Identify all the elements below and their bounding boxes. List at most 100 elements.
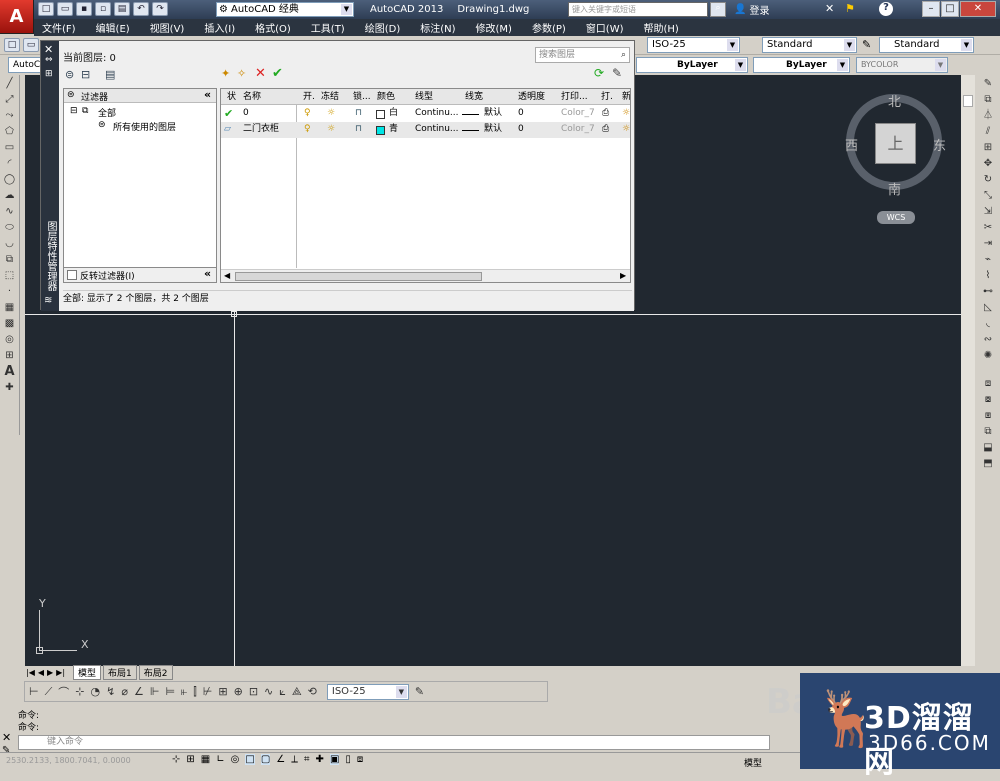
dim-style-select[interactable]: Standard ▼ <box>762 37 857 53</box>
revision-cloud-icon[interactable]: ☁ <box>3 189 17 203</box>
gradient-icon[interactable]: ▩ <box>3 317 17 331</box>
new-icon[interactable]: □ <box>38 2 54 16</box>
help-icon[interactable]: ? <box>879 2 893 16</box>
dim-edit-icon[interactable]: ⟀ <box>279 685 286 699</box>
copy-icon[interactable]: ⧉ <box>981 93 995 107</box>
dimension-style-icon[interactable]: ✎ <box>415 685 424 698</box>
insert-block-icon[interactable]: ⧉ <box>3 253 17 267</box>
new-group-filter-icon[interactable]: ⊟ <box>81 68 90 81</box>
wcs-menu[interactable]: WCS <box>877 211 915 224</box>
inspection-icon[interactable]: ⊡ <box>249 685 258 698</box>
ordinate-dim-icon[interactable]: ⊹ <box>75 685 84 698</box>
tab-last-icon[interactable]: ▶| <box>56 668 65 677</box>
construction-line-icon[interactable]: ⤢ <box>3 93 17 107</box>
linetype-value[interactable]: Continu... <box>415 122 459 137</box>
tab-layout2[interactable]: 布局2 <box>138 664 173 680</box>
compass-west[interactable]: 西 <box>845 135 858 154</box>
diameter-dim-icon[interactable]: ⌀ <box>121 685 128 698</box>
linetype-select[interactable]: ByLayer ▼ <box>636 57 748 73</box>
menu-window[interactable]: 窗口(W) <box>586 20 624 35</box>
close-button[interactable]: ✕ <box>960 1 996 17</box>
undo-icon[interactable]: ↶ <box>133 2 149 16</box>
dim-space-icon[interactable]: ⫿ <box>193 685 197 699</box>
minimize-button[interactable]: – <box>922 1 940 17</box>
explode-icon[interactable]: ✺ <box>981 349 995 363</box>
col-plot[interactable]: 打. <box>601 89 613 105</box>
command-input[interactable]: 键入命令 <box>18 735 770 750</box>
tab-first-icon[interactable]: |◀ <box>26 668 35 677</box>
table-style-icon[interactable]: ✎ <box>862 38 871 51</box>
col-transparency[interactable]: 透明度 <box>518 89 545 105</box>
transparency-value[interactable]: 0 <box>518 122 524 137</box>
exchange-icon[interactable]: ✕ <box>825 2 834 15</box>
rotate-icon[interactable]: ↻ <box>981 173 995 187</box>
object-snap-icon[interactable]: □ <box>245 754 255 765</box>
col-plot-style[interactable]: 打印... <box>561 89 588 105</box>
ellipse-icon[interactable]: ⬭ <box>3 221 17 235</box>
open-file-icon[interactable]: ▭ <box>23 38 39 52</box>
send-to-back-icon[interactable]: ⧆ <box>981 409 995 423</box>
text-to-front-icon[interactable]: ⬒ <box>981 457 995 471</box>
dim-break-icon[interactable]: ⊬ <box>203 685 213 698</box>
baseline-dim-icon[interactable]: ⊨ <box>165 685 175 698</box>
menu-draw[interactable]: 绘图(D) <box>365 20 401 35</box>
lineweight-select[interactable]: ByLayer ▼ <box>753 57 850 73</box>
model-space-label[interactable]: 模型 <box>744 756 762 769</box>
open-icon[interactable]: ▭ <box>57 2 73 16</box>
snap-mode-icon[interactable]: ⊞ <box>186 754 194 765</box>
3d-object-snap-icon[interactable]: ▢ <box>260 754 271 765</box>
radius-dim-icon[interactable]: ◔ <box>91 685 101 698</box>
grid-display-icon[interactable]: ▦ <box>201 754 210 765</box>
login-button[interactable]: 👤 登录 <box>734 2 769 17</box>
draw-order-icon[interactable]: ⧈ <box>981 377 995 391</box>
menu-format[interactable]: 格式(O) <box>255 20 291 35</box>
lightbulb-on-icon[interactable]: ♀ <box>304 106 311 121</box>
col-new-vp-freeze[interactable]: 新 <box>622 89 630 105</box>
stretch-icon[interactable]: ⇲ <box>981 205 995 219</box>
break-at-point-icon[interactable]: ⌁ <box>981 253 995 267</box>
dim-style-toolbar-select[interactable]: ISO-25 ▼ <box>326 683 409 700</box>
lineweight-value[interactable]: 默认 <box>484 122 502 137</box>
redo-icon[interactable]: ↷ <box>152 2 168 16</box>
arc-icon[interactable]: ◜ <box>3 157 17 171</box>
transparency-value[interactable]: 0 <box>518 106 524 121</box>
new-layer-vp-frozen-icon[interactable]: ✧ <box>237 67 246 80</box>
layer-row[interactable]: ▱ 二门衣柜 ♀ ☼ ⊓ 青 Continu... 默认 0 Color_7 ⎙… <box>221 122 630 138</box>
center-mark-icon[interactable]: ⊕ <box>234 685 243 698</box>
menu-parametric[interactable]: 参数(P) <box>532 20 566 35</box>
layer-row[interactable]: ✔ 0 ♀ ☼ ⊓ 白 Continu... 默认 0 Color_7 ⎙ ☼ <box>221 106 630 122</box>
vscroll-thumb[interactable] <box>963 95 973 107</box>
palette-autohide-icon[interactable]: ⇔ <box>45 55 53 65</box>
canvas-vscrollbar[interactable] <box>961 75 975 666</box>
menu-dimension[interactable]: 标注(N) <box>420 20 455 35</box>
delete-layer-icon[interactable]: ✕ <box>255 66 266 81</box>
save-as-icon[interactable]: ▫ <box>95 2 111 16</box>
erase-icon[interactable]: ✎ <box>981 77 995 91</box>
continue-dim-icon[interactable]: ⫦ <box>181 685 187 699</box>
point-icon[interactable]: · <box>3 285 17 299</box>
lightbulb-on-icon[interactable]: ♀ <box>304 122 311 137</box>
new-layer-icon[interactable]: ✦ <box>221 67 230 80</box>
menu-file[interactable]: 文件(F) <box>42 20 76 35</box>
workspace-mini-select[interactable]: AutoC <box>8 57 42 73</box>
scroll-thumb[interactable] <box>235 272 482 281</box>
offset-icon[interactable]: ⫽ <box>981 125 995 139</box>
invert-filter-checkbox[interactable] <box>67 270 77 280</box>
add-selected-icon[interactable]: ✚ <box>3 381 17 395</box>
viewcube-top-face[interactable]: 上 <box>875 123 916 164</box>
new-file-icon[interactable]: □ <box>4 38 20 52</box>
layer-name[interactable]: 二门衣柜 <box>243 122 279 137</box>
col-on[interactable]: 开. <box>303 89 315 105</box>
maximize-button[interactable]: □ <box>941 1 959 17</box>
collapse-tree-icon[interactable]: « <box>204 88 211 101</box>
layer-states-manager-icon[interactable]: ▤ <box>105 68 115 81</box>
compass-south[interactable]: 南 <box>888 179 901 198</box>
new-vp-freeze-icon[interactable]: ☼ <box>622 106 630 121</box>
color-swatch[interactable] <box>376 110 385 119</box>
lineweight-toggle-icon[interactable]: ✚ <box>316 754 324 765</box>
search-icon[interactable]: ⌕ <box>710 2 726 17</box>
dynamic-ucs-icon[interactable]: ⟂ <box>291 754 298 765</box>
col-name[interactable]: 名称 <box>243 89 261 105</box>
dynamic-input-icon[interactable]: ⌗ <box>304 754 310 765</box>
transparency-toggle-icon[interactable]: ▣ <box>329 754 340 765</box>
